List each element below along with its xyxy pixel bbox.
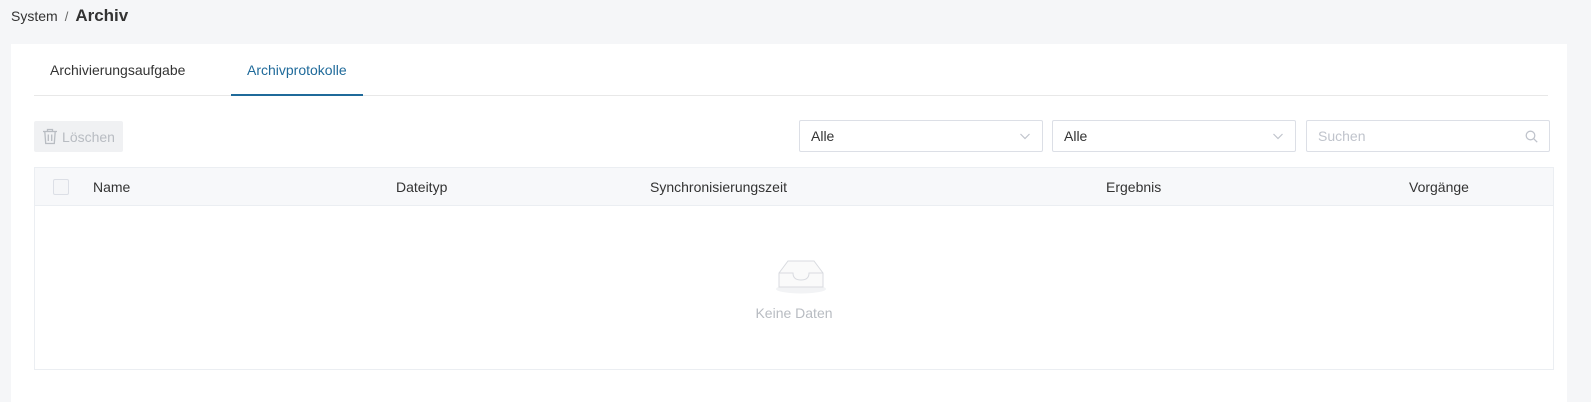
breadcrumb: System / Archiv	[11, 6, 128, 26]
column-header-filetype: Dateityp	[396, 179, 448, 195]
chevron-down-icon	[1020, 133, 1030, 140]
column-header-name: Name	[93, 179, 131, 195]
empty-state: Keine Daten	[35, 207, 1553, 371]
empty-state-text: Keine Daten	[755, 305, 833, 321]
archive-log-table: Name Dateityp Synchronisierungszeit Erge…	[34, 167, 1554, 370]
tab-archivierungsaufgabe[interactable]: Archivierungsaufgabe	[50, 44, 185, 96]
tab-bar: Archivierungsaufgabe Archivprotokolle	[34, 44, 1548, 96]
breadcrumb-separator: /	[64, 9, 69, 24]
breadcrumb-parent[interactable]: System	[11, 8, 58, 24]
search-input[interactable]	[1307, 121, 1507, 151]
table-header: Name Dateityp Synchronisierungszeit Erge…	[35, 168, 1553, 206]
delete-button-label: Löschen	[62, 128, 115, 145]
content-panel: Archivierungsaufgabe Archivprotokolle Lö…	[11, 44, 1567, 402]
delete-button[interactable]: Löschen	[34, 121, 123, 152]
filter-select-1-value: Alle	[811, 128, 835, 144]
search-icon[interactable]	[1525, 130, 1538, 143]
column-header-operations: Vorgänge	[1409, 179, 1469, 195]
column-header-sync-time: Synchronisierungszeit	[650, 179, 787, 195]
column-header-result: Ergebnis	[1106, 179, 1162, 195]
trash-icon	[43, 128, 58, 145]
empty-inbox-icon	[776, 260, 826, 294]
filter-select-1[interactable]: Alle	[799, 120, 1043, 152]
filter-select-2-value: Alle	[1064, 128, 1088, 144]
select-all-checkbox[interactable]	[53, 179, 69, 195]
chevron-down-icon	[1273, 133, 1283, 140]
search-box	[1306, 120, 1550, 152]
page-title: Archiv	[75, 6, 129, 25]
filter-select-2[interactable]: Alle	[1052, 120, 1296, 152]
tab-archivprotokolle[interactable]: Archivprotokolle	[231, 44, 363, 96]
